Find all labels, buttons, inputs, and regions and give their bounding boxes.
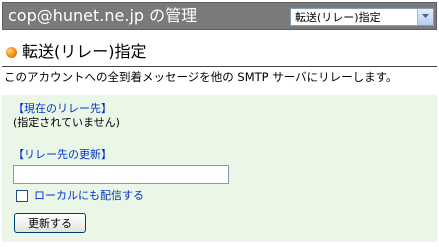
current-relay-value: (指定されていません)	[13, 116, 120, 129]
local-delivery-label[interactable]: ローカルにも配信する	[34, 189, 144, 203]
update-relay-label: 【リレー先の更新】	[13, 148, 112, 161]
local-delivery-checkbox[interactable]	[16, 190, 28, 202]
orange-dot-icon	[6, 47, 17, 58]
section-heading: 転送(リレー)指定	[3, 40, 435, 64]
header-bar: cop@hunet.ne.jp の管理 転送(リレー)指定	[2, 2, 437, 30]
header-title: cop@hunet.ne.jp の管理	[8, 6, 198, 25]
section-title: 転送(リレー)指定	[22, 42, 147, 61]
relay-form-panel: 【現在のリレー先】 (指定されていません) 【リレー先の更新】 ローカルにも配信…	[2, 95, 437, 242]
chevron-down-icon	[422, 14, 429, 18]
menu-select-value: 転送(リレー)指定	[295, 11, 381, 24]
page: cop@hunet.ne.jp の管理 転送(リレー)指定 転送(リレー)指定 …	[0, 0, 439, 247]
dropdown-button[interactable]	[417, 9, 433, 25]
update-button[interactable]: 更新する	[14, 213, 86, 233]
section-divider	[2, 66, 437, 67]
relay-address-input[interactable]	[13, 165, 229, 184]
section-description: このアカウントへの全到着メッセージを他の SMTP サーバにリレーします。	[4, 70, 398, 84]
current-relay-label: 【現在のリレー先】	[13, 102, 112, 115]
menu-select[interactable]: 転送(リレー)指定	[290, 8, 434, 26]
